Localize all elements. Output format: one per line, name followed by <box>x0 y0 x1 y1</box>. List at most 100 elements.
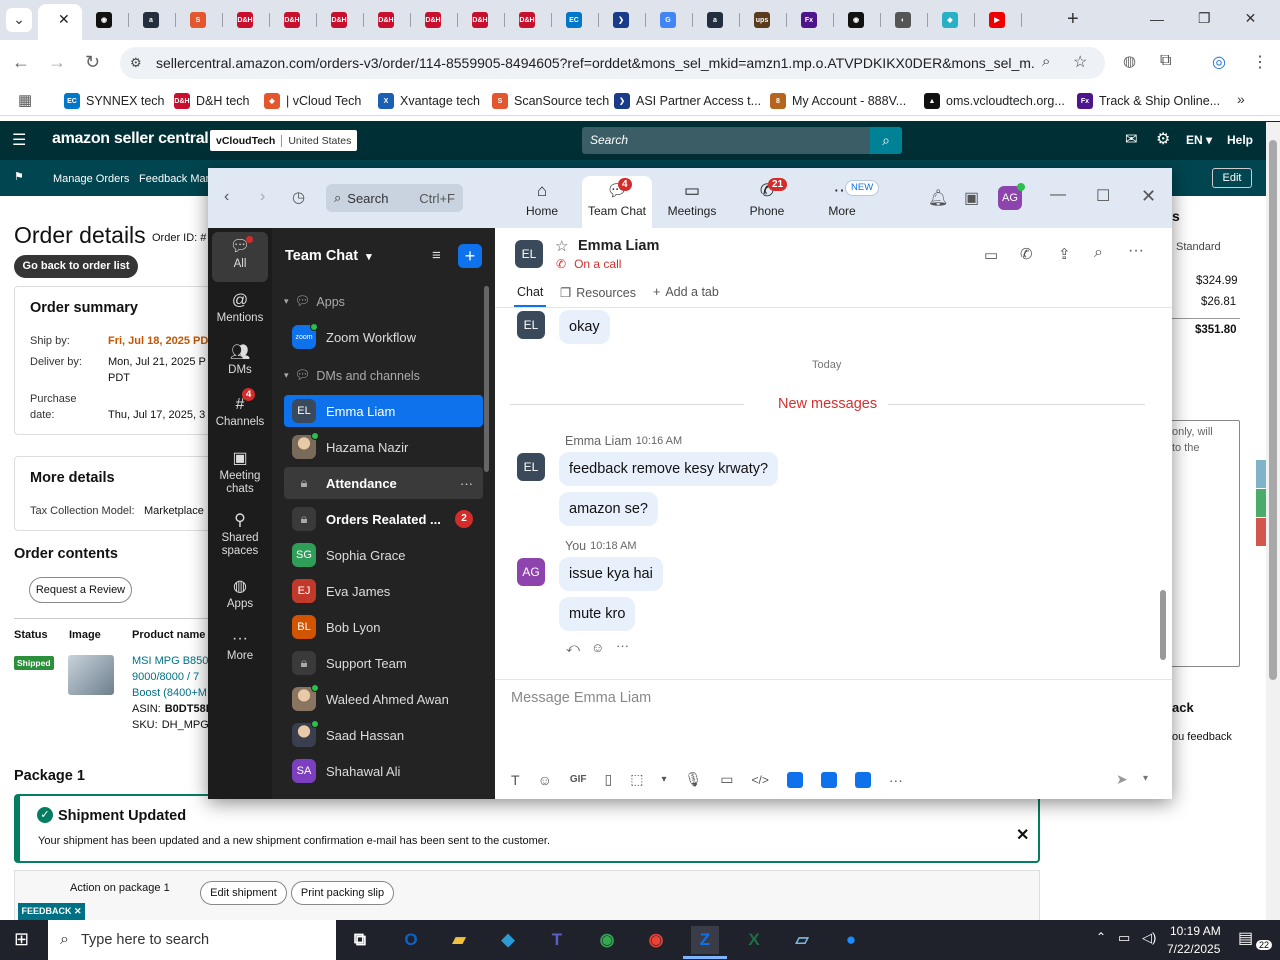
browser-tab[interactable]: ◐ <box>887 8 919 32</box>
zoom-icon[interactable]: ⌕ <box>1042 53 1050 70</box>
browser-tab[interactable]: a <box>699 8 731 32</box>
screenshot-options-icon[interactable]: ▾ <box>661 774 666 785</box>
browser-tab[interactable]: ◆ <box>934 8 966 32</box>
star-icon[interactable]: ☆ <box>555 237 568 255</box>
product-name-link-2[interactable]: 9000/8000 / 7 <box>132 671 199 683</box>
calendar-icon[interactable]: ▣ <box>964 188 979 208</box>
emoji-reaction-icon[interactable]: ☺ <box>591 640 604 655</box>
contact-item[interactable]: SG Sophia Grace <box>284 539 483 571</box>
bookmark-flag-icon[interactable]: ⚑ <box>14 170 24 183</box>
message-bubble[interactable]: feedback remove kesy krwaty? <box>559 452 779 486</box>
rail-dms[interactable]: 👥︎ DMs <box>212 342 268 377</box>
message-bubble[interactable]: amazon se? <box>559 492 658 526</box>
contact-item[interactable]: Hazama Nazir <box>284 431 483 463</box>
banner-close-icon[interactable]: ✕ <box>1016 825 1029 845</box>
feedback-manager-link[interactable]: Feedback Man <box>139 173 212 185</box>
bookmark-item[interactable]: ◆ | vCloud Tech <box>264 92 361 110</box>
browser-tab[interactable]: G <box>652 8 684 32</box>
feedback-tab[interactable]: FEEDBACK ✕ <box>18 903 85 920</box>
message-bubble[interactable]: mute kro <box>559 597 636 631</box>
gif-button[interactable]: GIF <box>570 774 587 785</box>
contact-item[interactable]: 🔒︎ Orders Realated ... 2 <box>284 503 483 535</box>
extension-icon[interactable]: ◍ <box>1123 52 1136 70</box>
tray-chevron-icon[interactable]: ⌃ <box>1096 930 1106 944</box>
puzzle-icon[interactable]: ⧉ <box>1160 52 1171 70</box>
browser-tab[interactable]: D&H <box>511 8 543 32</box>
zoom-close-icon[interactable]: ✕ <box>1141 186 1156 207</box>
chat-more-icon[interactable]: ··· <box>1128 242 1144 260</box>
video-call-icon[interactable]: ▭ <box>984 246 998 264</box>
file-explorer-icon[interactable]: ▰ <box>445 926 473 954</box>
product-name-link-3[interactable]: Boost (8400+M <box>132 687 207 699</box>
back-icon[interactable]: ← <box>12 52 30 73</box>
tab-search-button[interactable]: ⌄ <box>6 8 32 32</box>
section-apps[interactable]: ▾ 💬︎ Apps <box>284 294 345 309</box>
contact-item[interactable]: SA Shahawal Ali <box>284 755 483 787</box>
menu-icon[interactable]: ⋮ <box>1252 52 1268 72</box>
history-icon[interactable]: ◷ <box>292 188 305 206</box>
format-text-icon[interactable]: T <box>511 772 520 788</box>
contact-item[interactable]: Waleed Ahmed Awan <box>284 683 483 715</box>
tab-resources[interactable]: ❐ Resources <box>560 285 636 301</box>
list-title[interactable]: Team Chat ▾ <box>285 248 372 264</box>
tab-chat[interactable]: Chat <box>517 285 543 299</box>
chat-scrollbar-thumb[interactable] <box>1160 590 1166 660</box>
minimize-icon[interactable]: — <box>1150 11 1164 27</box>
bookmark-item[interactable]: Fx Track & Ship Online... <box>1077 92 1220 110</box>
rail-mentions[interactable]: @ Mentions <box>212 290 268 325</box>
browser-tab[interactable]: EC <box>558 8 590 32</box>
tab-add[interactable]: + Add a tab <box>653 285 719 299</box>
browser-tab[interactable]: D&H <box>417 8 449 32</box>
app-icon-1[interactable] <box>786 771 803 788</box>
contact-item[interactable]: 🔒︎ Support Team <box>284 647 483 679</box>
screenshot-icon[interactable]: ⬚ <box>630 771 643 788</box>
mail-icon[interactable]: ✉ <box>1125 130 1138 148</box>
message-bubble[interactable]: issue kya hai <box>559 557 663 591</box>
chrome-profile-icon[interactable]: ◉ <box>642 926 670 954</box>
bookmark-item[interactable]: D&H D&H tech <box>174 92 250 110</box>
filter-icon[interactable]: ≡ <box>432 247 441 264</box>
site-info-icon[interactable]: ⚙ <box>130 55 142 71</box>
amazon-logo[interactable]: amazon seller central <box>52 130 209 148</box>
edit-shipment-button[interactable]: Edit shipment <box>200 881 287 905</box>
settings-icon[interactable]: ⚙ <box>1156 129 1170 149</box>
product-name-link-1[interactable]: MSI MPG B850 <box>132 655 208 667</box>
browser-tab[interactable]: D&H <box>464 8 496 32</box>
help-link[interactable]: Help <box>1227 133 1253 147</box>
clock-time[interactable]: 10:19 AM <box>1170 924 1221 938</box>
browser-tab[interactable]: D&H <box>323 8 355 32</box>
browser-tab[interactable]: D&H <box>370 8 402 32</box>
rail-all[interactable]: 💬︎ All <box>212 236 268 271</box>
browser-tab[interactable]: ups <box>746 8 778 32</box>
msg-avatar-el[interactable]: EL <box>517 311 545 339</box>
microphone-icon[interactable]: 🎙︎ <box>685 771 703 788</box>
nav-team-chat[interactable]: 💬︎ Team Chat <box>582 178 652 218</box>
browser-tab[interactable]: a <box>135 8 167 32</box>
profile-icon[interactable]: ◎ <box>1212 52 1226 72</box>
network-icon[interactable]: ▭ <box>1118 930 1130 946</box>
taskbar-search[interactable]: ⌕ Type here to search <box>48 920 336 960</box>
active-tab-close-icon[interactable]: ✕ <box>58 11 70 28</box>
zoom-maximize-icon[interactable]: ☐ <box>1096 186 1110 206</box>
note-textarea[interactable] <box>1162 420 1240 667</box>
notification-icon[interactable]: ▤ <box>1238 928 1253 948</box>
contact-item[interactable]: 🔒︎ Attendance ··· <box>284 467 483 499</box>
rail-channels[interactable]: # Channels <box>212 394 268 429</box>
bookmark-item[interactable]: ▲ oms.vcloudtech.org... <box>924 92 1065 110</box>
store-switcher[interactable]: vCloudTech United States <box>210 130 358 151</box>
zoom-back-icon[interactable]: ‹ <box>224 188 229 206</box>
msg2-avatar[interactable]: AG <box>517 558 545 586</box>
contact-item[interactable]: EJ Eva James <box>284 575 483 607</box>
contact-item[interactable]: Saad Hassan <box>284 719 483 751</box>
new-chat-button[interactable]: + <box>458 244 482 268</box>
zoom-minimize-icon[interactable]: — <box>1050 186 1066 204</box>
browser-tab[interactable]: ❯ <box>605 8 637 32</box>
volume-icon[interactable]: ◁) <box>1142 930 1156 946</box>
zoom-forward-icon[interactable]: › <box>260 188 265 206</box>
rail-meeting-chats[interactable]: ▣ Meeting chats <box>212 448 268 496</box>
contact-item[interactable]: EL Emma Liam <box>284 395 483 427</box>
windows-start-icon[interactable]: ⊞ <box>14 929 29 950</box>
hamburger-icon[interactable]: ☰ <box>12 130 26 150</box>
message-bubble[interactable]: okay <box>559 310 610 344</box>
code-snippet-icon[interactable]: </> <box>752 773 769 787</box>
